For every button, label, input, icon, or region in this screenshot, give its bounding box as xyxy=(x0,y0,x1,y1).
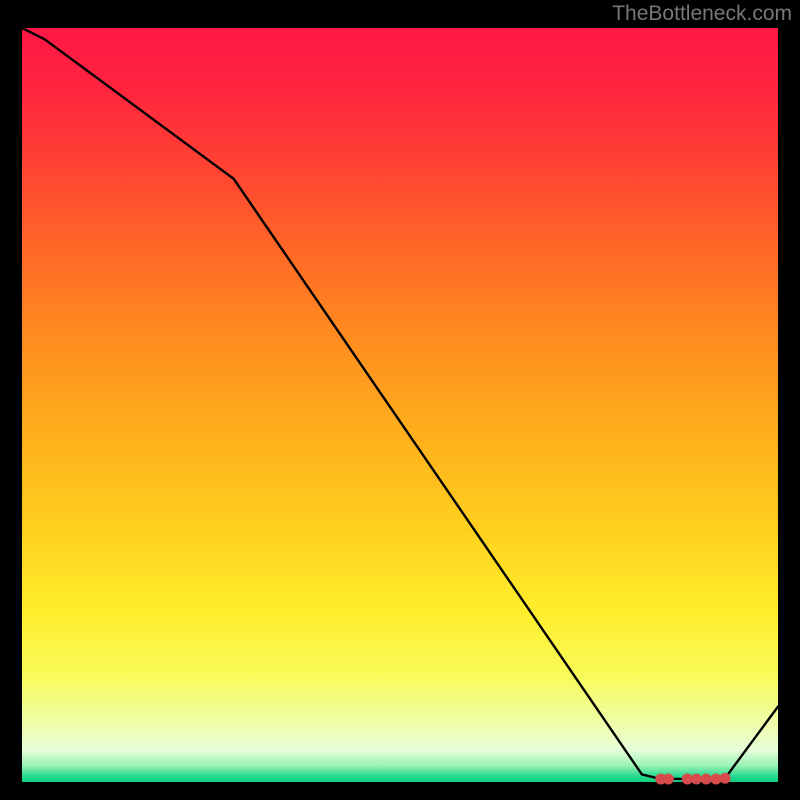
series-marker xyxy=(711,774,721,784)
series-marker xyxy=(682,774,692,784)
series-marker xyxy=(720,773,730,783)
series-marker xyxy=(701,774,711,784)
series-markers xyxy=(656,773,730,784)
plot-area xyxy=(22,28,778,782)
chart-container: TheBottleneck.com xyxy=(0,0,800,800)
series-marker xyxy=(663,774,673,784)
series-marker xyxy=(691,774,701,784)
chart-svg xyxy=(0,0,800,800)
